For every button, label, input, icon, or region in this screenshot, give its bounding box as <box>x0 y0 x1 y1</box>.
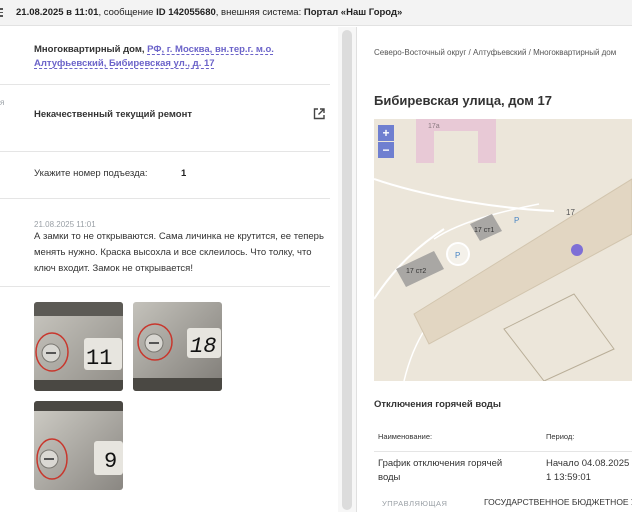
building-info-panel: Северо-Восточный округ / Алтуфьевский / … <box>357 27 632 512</box>
photo-lock-2-number: 18 <box>190 334 216 359</box>
comment-date: 21.08.2025 11:01 <box>34 220 96 229</box>
message-header: 21.08.2025 в 11:01, сообщение ID 1420556… <box>16 7 402 18</box>
message-id: ID 142055680 <box>156 7 216 18</box>
outage-period: Начало 04.08.2025 1 13:59:01 <box>546 458 630 483</box>
photos-row: 11 18 9 <box>0 288 330 512</box>
message-prefix: , сообщение <box>98 7 157 18</box>
breadcrumb: Северо-Восточный округ / Алтуфьевский / … <box>374 48 617 57</box>
system-prefix: , внешняя система: <box>215 7 304 18</box>
message-date: 21.08.2025 в 11:01 <box>16 7 99 18</box>
photo-lock-3-number: 9 <box>104 449 117 474</box>
building-map[interactable]: 17а 17 17 ст1 17 ст2 P P + − <box>374 119 632 381</box>
comment-row: 21.08.2025 11:01 А замки то не открывают… <box>0 200 330 287</box>
map-label-17: 17 <box>566 208 575 217</box>
photo-lock-2[interactable]: 18 <box>133 302 222 391</box>
management-label: УПРАВЛЯЮЩАЯ <box>382 499 448 508</box>
col-period-header: Период: <box>546 432 575 441</box>
photo-lock-1[interactable]: 11 <box>34 302 123 391</box>
map-label-st2: 17 ст2 <box>406 268 426 275</box>
photo-lock-3[interactable]: 9 <box>34 401 123 490</box>
external-link-icon[interactable] <box>312 107 326 121</box>
zoom-in-button[interactable]: + <box>378 125 394 141</box>
menu-icon[interactable] <box>0 0 4 26</box>
entrance-row: Укажите номер подъезда: 1 <box>0 153 330 199</box>
problem-row: я Некачественный текущий ремонт <box>0 86 330 152</box>
map-canvas: 17а 17 17 ст1 17 ст2 P P <box>374 119 632 381</box>
map-parking-1: P <box>455 251 460 260</box>
photo-lock-1-number: 11 <box>86 346 112 371</box>
entrance-value: 1 <box>181 168 187 179</box>
top-bar: 21.08.2025 в 11:01, сообщение ID 1420556… <box>0 0 632 26</box>
hot-water-section-title: Отключения горячей воды <box>374 399 501 410</box>
col-name-header: Наименование: <box>378 432 433 441</box>
problem-edge-label: я <box>0 98 5 107</box>
address-row: Многоквартирный дом, РФ, г. Москва, вн.т… <box>0 27 330 85</box>
management-value: ГОСУДАРСТВЕННОЕ БЮДЖЕТНОЕ У <box>484 497 632 507</box>
building-title: Бибиревская улица, дом 17 <box>374 93 552 108</box>
map-label-17a: 17а <box>428 123 440 130</box>
address-text: Многоквартирный дом, РФ, г. Москва, вн.т… <box>34 43 294 71</box>
external-system: Портал «Наш Город» <box>303 7 403 18</box>
comment-text: А замки то не открываются. Сама личинка … <box>34 231 324 274</box>
outage-name: График отключения горячей воды <box>378 458 503 483</box>
request-details-panel: Многоквартирный дом, РФ, г. Москва, вн.т… <box>0 27 357 512</box>
map-label-st1: 17 ст1 <box>474 227 494 234</box>
map-parking-2: P <box>514 216 519 225</box>
entrance-label: Укажите номер подъезда: <box>34 168 148 179</box>
address-prefix: Многоквартирный дом, <box>34 44 148 55</box>
problem-title: Некачественный текущий ремонт <box>34 109 192 120</box>
left-scrollbar-thumb[interactable] <box>342 30 352 510</box>
outage-table-header: Наименование: Период: <box>374 424 632 452</box>
zoom-out-button[interactable]: − <box>378 142 394 158</box>
